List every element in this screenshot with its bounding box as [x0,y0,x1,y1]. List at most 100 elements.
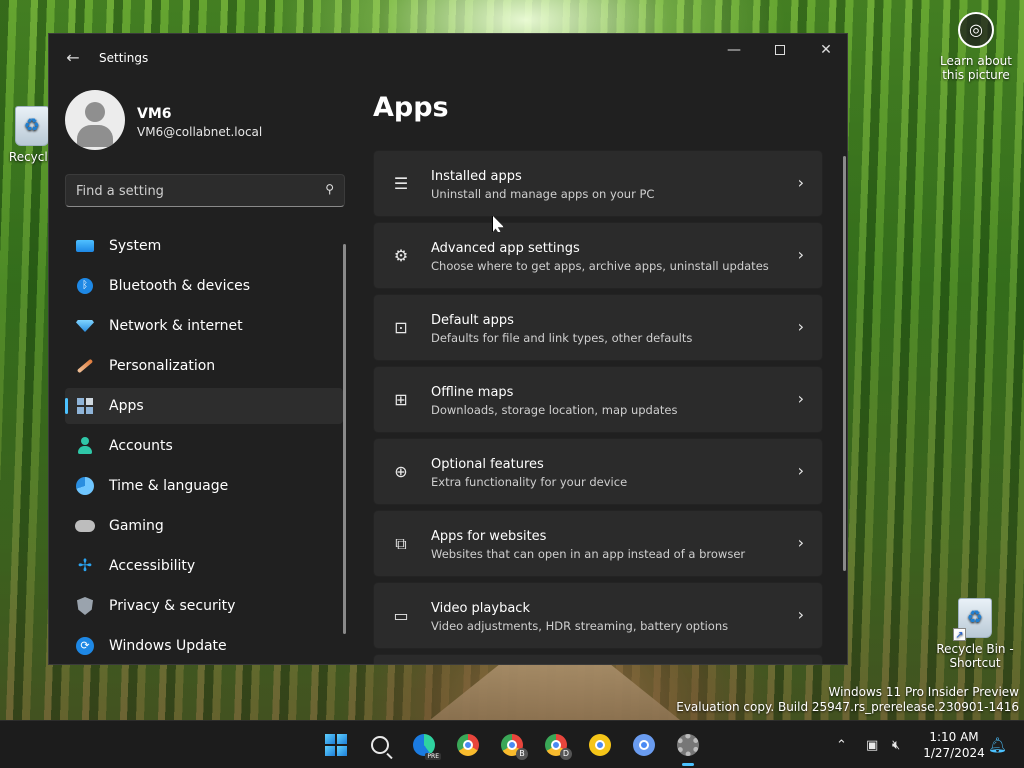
page-title: Apps [373,92,449,123]
taskbar: PRE B D ⌃ ▣ 🔇︎ 1:10 AM 1/27/2024 🔔︎ [0,720,1024,768]
avatar-head [85,102,105,122]
sidebar-item-accounts[interactable]: Accounts [65,428,343,464]
edge-preview-button[interactable]: PRE [408,729,441,761]
apps-icon [75,396,95,416]
chrome-blue-button[interactable] [628,729,660,761]
sidebar-nav: System ᛒ Bluetooth & devices Network & i… [65,228,343,664]
chrome-b-badge: B [516,748,528,760]
time-language-icon [75,476,95,496]
clock-time: 1:10 AM [929,730,979,744]
sidebar-item-gaming[interactable]: Gaming [65,508,343,544]
chrome-blue-icon [633,734,655,756]
sidebar-item-time-language[interactable]: Time & language [65,468,343,504]
close-button[interactable]: ✕ [803,34,847,66]
camera-lens-icon: ◎ [958,12,994,48]
chrome-profile-d-icon: D [545,734,572,760]
sidebar-item-personalization[interactable]: Personalization [65,348,343,384]
sidebar-item-bluetooth-devices[interactable]: ᛒ Bluetooth & devices [65,268,343,304]
card-subtitle: Defaults for file and link types, other … [431,331,693,345]
maximize-button[interactable] [757,34,803,66]
accounts-icon [75,436,95,456]
advanced-app-settings-card[interactable]: ⚙ Advanced app settings Choose where to … [373,222,823,289]
sidebar-item-label: Personalization [109,358,216,374]
sidebar-item-label: Time & language [109,478,229,494]
taskbar-search-button[interactable] [364,729,396,761]
close-icon: ✕ [820,42,832,58]
search-icon[interactable]: ⚲ [325,182,334,196]
sidebar-item-privacy-security[interactable]: Privacy & security [65,588,343,624]
gaming-icon [75,516,95,536]
recycle-bin-icon: ♻ [15,106,49,146]
settings-taskbar-button[interactable] [672,729,704,766]
chrome-profile-b-button[interactable]: B [496,729,528,761]
video-icon: ▭ [393,606,409,625]
card-title: Apps for websites [431,529,547,544]
edge-preview-icon: PRE [413,734,441,760]
chrome-profile-b-icon: B [501,734,528,760]
network-status-button[interactable]: ▣ [866,721,878,768]
chrome-profile-d-button[interactable]: D [540,729,572,761]
search-input[interactable] [76,181,306,201]
card-title: Optional features [431,457,544,472]
apps-for-websites-card[interactable]: ⧉ Apps for websites Websites that can op… [373,510,823,577]
installed-apps-card[interactable]: ☰ Installed apps Uninstall and manage ap… [373,150,823,217]
chevron-right-icon: › [797,533,804,552]
chevron-right-icon: › [797,605,804,624]
sidebar-item-label: Accounts [109,438,173,454]
chrome-d-badge: D [560,748,572,760]
sidebar-item-accessibility[interactable]: ✢ Accessibility [65,548,343,584]
learn-about-picture[interactable]: ◎ Learn about this picture [936,8,1016,82]
sidebar-item-network-internet[interactable]: Network & internet [65,308,343,344]
chrome-button[interactable] [452,729,484,761]
default-apps-icon: ⊡ [394,318,408,337]
edge-badge: PRE [425,753,441,760]
apps-settings-list: ☰ Installed apps Uninstall and manage ap… [373,150,823,664]
card-subtitle: Downloads, storage location, map updates [431,403,678,417]
minimize-button[interactable]: — [711,34,757,66]
sidebar-scrollbar[interactable] [343,244,346,634]
profile-email: VM6@collabnet.local [137,125,263,139]
title-bar[interactable]: ← Settings — ✕ [49,34,847,82]
desktop-recycle-bin-shortcut[interactable]: ♻ ↗ Recycle Bin - Shortcut [936,598,1014,670]
chevron-up-icon: ⌃ [836,737,847,753]
card-subtitle: Video adjustments, HDR streaming, batter… [431,619,729,633]
app-settings-icon: ⚙ [393,246,409,265]
volume-button[interactable]: 🔇︎ [892,721,900,768]
network-monitor-icon: ▣ [866,737,879,753]
content-scrollbar[interactable] [843,156,846,571]
chrome-yellow-button[interactable] [584,729,616,761]
card-subtitle: Extra functionality for your device [431,475,628,489]
card-title: Default apps [431,313,514,328]
next-card-partial[interactable] [373,654,823,664]
sidebar-item-label: Network & internet [109,318,243,334]
card-title: Video playback [431,601,530,616]
notification-bell-icon[interactable]: 🔔︎ [988,736,1007,754]
avatar[interactable] [65,90,125,150]
default-apps-card[interactable]: ⊡ Default apps Defaults for file and lin… [373,294,823,361]
sidebar-item-system[interactable]: System [65,228,343,264]
network-icon [75,316,95,336]
clock[interactable]: 1:10 AM 1/27/2024 [914,729,994,761]
sidebar-item-windows-update[interactable]: ⟳ Windows Update [65,628,343,664]
card-subtitle: Websites that can open in an app instead… [431,547,746,561]
back-arrow-icon[interactable]: ← [61,46,85,70]
sidebar-item-label: Gaming [109,518,164,534]
chevron-right-icon: › [797,317,804,336]
show-hidden-icons-button[interactable]: ⌃ [836,721,847,768]
start-button[interactable] [320,729,352,761]
sidebar-item-label: System [109,238,162,254]
video-playback-card[interactable]: ▭ Video playback Video adjustments, HDR … [373,582,823,649]
chrome-icon [457,734,479,756]
speaker-muted-icon: 🔇︎ [892,737,901,753]
offline-maps-card[interactable]: ⊞ Offline maps Downloads, storage locati… [373,366,823,433]
card-title: Advanced app settings [431,241,580,256]
find-setting-box[interactable]: ⚲ [65,174,345,207]
sidebar-item-apps[interactable]: Apps [65,388,343,424]
start-icon [325,734,347,756]
sidebar-item-label: Privacy & security [109,598,236,614]
shortcut-arrow-icon: ↗ [953,628,966,641]
accessibility-icon: ✢ [77,556,93,576]
chevron-right-icon: › [797,173,804,192]
avatar-body [77,125,113,147]
optional-features-card[interactable]: ⊕ Optional features Extra functionality … [373,438,823,505]
